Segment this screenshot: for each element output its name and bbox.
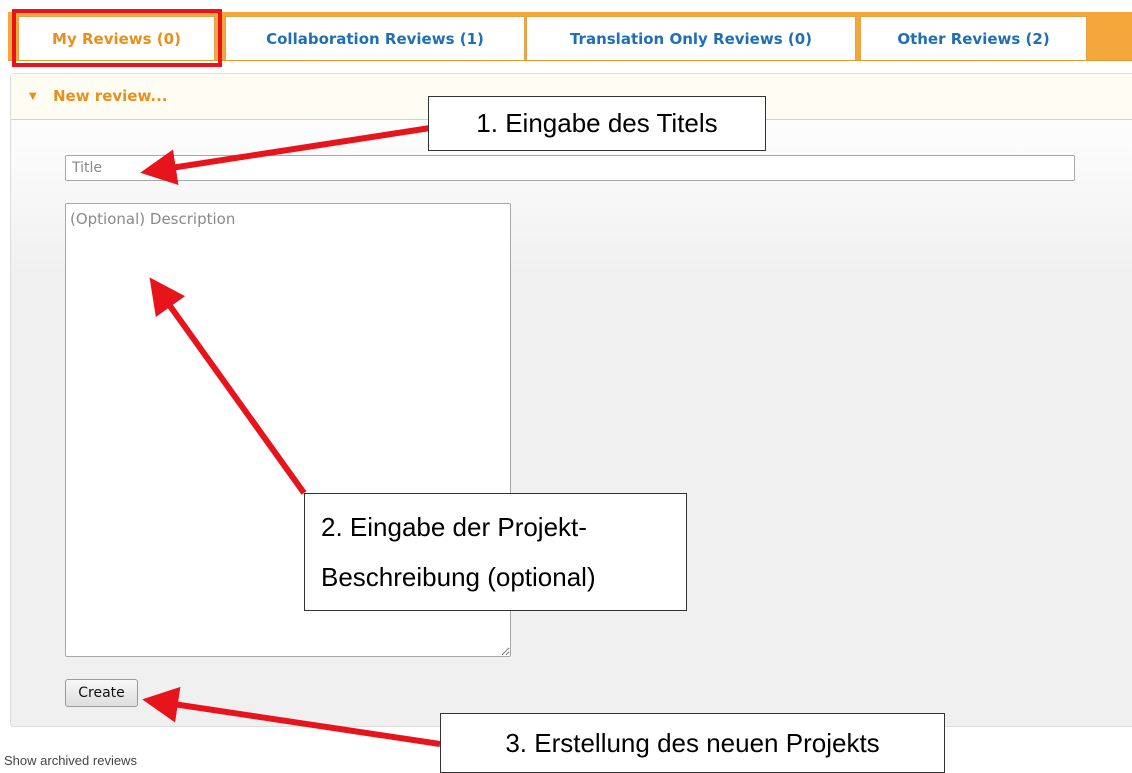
title-input[interactable]: [65, 155, 1075, 181]
callout-step1: 1. Eingabe des Titels: [428, 96, 766, 151]
tab-translation-only-reviews[interactable]: Translation Only Reviews (0): [526, 16, 856, 60]
show-archived-link[interactable]: Show archived reviews: [4, 753, 137, 768]
new-review-label: New review...: [53, 87, 168, 105]
callout-step2-line2: Beschreibung (optional): [321, 562, 596, 592]
review-tab-bar: My Reviews (0) Collaboration Reviews (1)…: [8, 12, 1132, 61]
callout-step2-line1: 2. Eingabe der Projekt-: [321, 512, 587, 542]
callout-step3: 3. Erstellung des neuen Projekts: [440, 713, 945, 773]
tab-my-reviews[interactable]: My Reviews (0): [18, 16, 215, 60]
caret-down-icon: ▼: [29, 91, 37, 102]
tab-collaboration-reviews[interactable]: Collaboration Reviews (1): [225, 16, 525, 60]
callout-step1-text: 1. Eingabe des Titels: [476, 108, 718, 138]
callout-step2: 2. Eingabe der Projekt- Beschreibung (op…: [304, 493, 687, 611]
create-button[interactable]: Create: [65, 679, 138, 707]
tab-other-reviews[interactable]: Other Reviews (2): [860, 16, 1087, 60]
callout-step3-text: 3. Erstellung des neuen Projekts: [505, 727, 880, 758]
